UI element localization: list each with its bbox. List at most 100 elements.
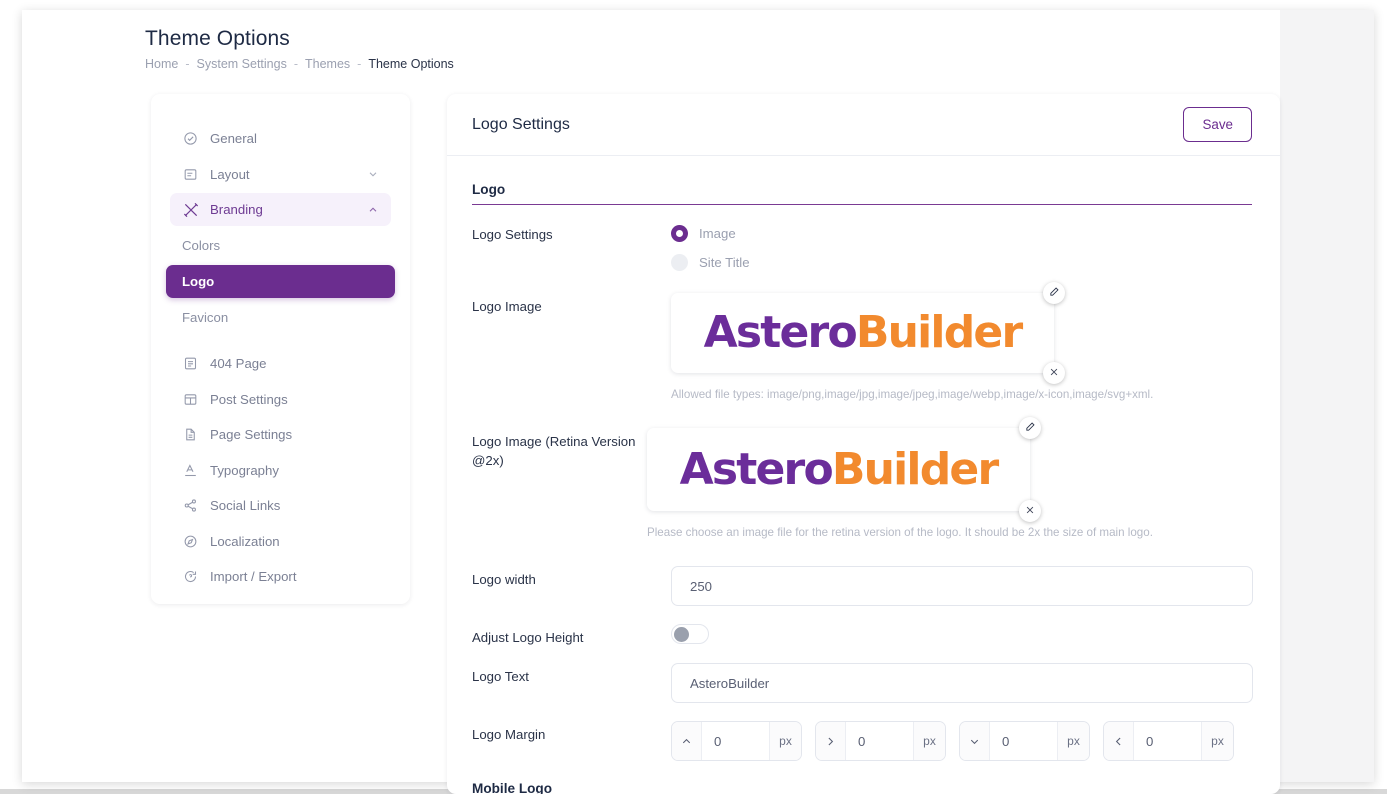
field-label: Logo Image (Retina Version @2x) <box>472 434 636 468</box>
remove-logo-retina-button[interactable] <box>1019 500 1041 522</box>
logo-margin-top-input[interactable]: 0 <box>702 722 769 760</box>
panel-title: Logo Settings <box>472 115 570 133</box>
logo-margin-right-input[interactable]: 0 <box>846 722 913 760</box>
breadcrumb: Home - System Settings - Themes - Theme … <box>145 57 454 71</box>
sidebar-item-general[interactable]: General <box>170 122 391 155</box>
chevron-up-icon[interactable] <box>367 204 379 216</box>
sidebar-item-label: Layout <box>210 166 250 182</box>
chevron-down-icon <box>960 722 990 760</box>
settings-sidebar: General Layout Branding Colors Logo Favi… <box>151 94 410 604</box>
share-icon <box>182 497 199 514</box>
sidebar-item-import-export[interactable]: Import / Export <box>170 560 391 593</box>
sidebar-subitem-logo[interactable]: Logo <box>166 265 395 298</box>
sidebar-subitem-label: Colors <box>182 238 221 253</box>
logo-margin-left-input[interactable]: 0 <box>1134 722 1201 760</box>
sidebar-item-label: Branding <box>210 202 263 217</box>
sidebar-item-branding[interactable]: Branding <box>170 193 391 226</box>
pencil-icon <box>1025 419 1036 437</box>
radio-label: Image <box>699 226 736 241</box>
section-header-logo: Logo <box>472 182 1252 205</box>
field-label: Logo Image <box>472 299 542 314</box>
field-row-adjust-logo-height: Adjust Logo Height <box>472 624 1252 647</box>
sidebar-item-layout[interactable]: Layout <box>170 158 391 191</box>
logo-margin-group: 0 px 0 px 0 px 0 px <box>671 721 1252 761</box>
sidebar-item-label: Typography <box>210 462 279 478</box>
radio-image-icon[interactable] <box>671 225 688 242</box>
logo-wordmark: AsteroBuilder <box>680 447 1000 492</box>
edit-logo-image-button[interactable] <box>1043 282 1065 304</box>
breadcrumb-item-system-settings[interactable]: System Settings <box>197 57 287 71</box>
logo-wordmark: AsteroBuilder <box>704 311 1024 355</box>
sidebar-item-label: Page Settings <box>210 427 293 442</box>
sidebar-item-post-settings[interactable]: Post Settings <box>170 383 391 416</box>
sidebar-item-label: 404 Page <box>210 356 267 371</box>
breadcrumb-item-themes[interactable]: Themes <box>305 57 350 71</box>
logo-margin-right-unit: px <box>913 722 945 760</box>
sidebar-item-label: Social Links <box>210 498 281 513</box>
logo-image-hint: Allowed file types: image/png,image/jpg,… <box>671 388 1154 401</box>
sidebar-item-localization[interactable]: Localization <box>170 525 391 558</box>
page-header: Theme Options Home - System Settings - T… <box>145 26 454 71</box>
field-label: Logo Text <box>472 669 529 684</box>
chevron-right-icon <box>816 722 846 760</box>
sidebar-subitem-favicon[interactable]: Favicon <box>166 302 395 333</box>
panel-header: Logo Settings Save <box>447 94 1280 156</box>
sidebar-item-404-page[interactable]: 404 Page <box>170 347 391 380</box>
close-icon <box>1025 502 1035 520</box>
radio-option-image[interactable]: Image <box>671 221 1252 246</box>
close-icon <box>1049 364 1059 382</box>
edit-logo-retina-button[interactable] <box>1019 417 1041 439</box>
logo-retina-hint: Please choose an image file for the reti… <box>647 526 1153 539</box>
remove-logo-image-button[interactable] <box>1043 362 1065 384</box>
field-label: Logo Settings <box>472 227 553 242</box>
breadcrumb-item-home[interactable]: Home <box>145 57 178 71</box>
typography-icon <box>182 462 199 479</box>
radio-site-title-icon[interactable] <box>671 254 688 271</box>
logo-margin-right: 0 px <box>815 721 946 761</box>
adjust-logo-height-toggle[interactable] <box>671 624 709 644</box>
field-row-logo-settings: Logo Settings Image Site Title <box>472 221 1252 275</box>
check-circle-icon <box>182 130 199 147</box>
sidebar-item-social-links[interactable]: Social Links <box>170 489 391 522</box>
sidebar-item-label: Localization <box>210 533 280 549</box>
logo-settings-panel: Logo Settings Save Logo Logo Settings Im… <box>447 94 1280 794</box>
sidebar-item-label: Import / Export <box>210 569 297 584</box>
sidebar-item-typography[interactable]: Typography <box>170 454 391 487</box>
logo-width-input[interactable]: 250 <box>671 566 1253 606</box>
radio-option-site-title[interactable]: Site Title <box>671 250 1252 275</box>
logo-margin-bottom-unit: px <box>1057 722 1089 760</box>
field-row-logo-width: Logo width 250 <box>472 566 1253 606</box>
logo-margin-bottom-input[interactable]: 0 <box>990 722 1057 760</box>
document-icon <box>182 355 199 372</box>
post-icon <box>182 391 199 408</box>
import-export-icon <box>182 568 199 585</box>
save-button[interactable]: Save <box>1183 107 1252 142</box>
logo-image-preview[interactable]: AsteroBuilder <box>671 293 1054 373</box>
page-title: Theme Options <box>145 27 290 50</box>
logo-retina-uploader: AsteroBuilder <box>647 417 1041 522</box>
field-row-logo-retina: Logo Image (Retina Version @2x) AsteroBu… <box>472 417 1252 540</box>
field-label: Logo Margin <box>472 727 546 742</box>
section-header-mobile-logo: Mobile Logo <box>472 781 1252 794</box>
logo-retina-preview[interactable]: AsteroBuilder <box>647 428 1030 511</box>
field-row-logo-text: Logo Text AsteroBuilder <box>472 663 1253 703</box>
panel-body: Logo Logo Settings Image Site Title Logo… <box>447 156 1280 794</box>
sidebar-item-page-settings[interactable]: Page Settings <box>170 418 391 451</box>
breadcrumb-separator: - <box>357 57 362 71</box>
logo-margin-top: 0 px <box>671 721 802 761</box>
logo-text-input[interactable]: AsteroBuilder <box>671 663 1253 703</box>
logo-margin-top-unit: px <box>769 722 801 760</box>
field-label: Logo width <box>472 572 536 587</box>
chevron-down-icon[interactable] <box>367 168 379 180</box>
field-row-logo-margin: Logo Margin 0 px 0 px 0 px 0 px <box>472 721 1252 761</box>
logo-wordmark-part2: Builder <box>831 443 999 495</box>
sidebar-subitem-colors[interactable]: Colors <box>166 230 395 261</box>
radio-label: Site Title <box>699 255 750 270</box>
branding-icon <box>182 201 199 218</box>
sidebar-divider-space <box>151 333 410 347</box>
compass-icon <box>182 533 199 550</box>
toggle-knob <box>674 627 689 642</box>
sidebar-subitem-label: Favicon <box>182 310 229 325</box>
chevron-left-icon <box>1104 722 1134 760</box>
page-icon <box>182 426 199 443</box>
